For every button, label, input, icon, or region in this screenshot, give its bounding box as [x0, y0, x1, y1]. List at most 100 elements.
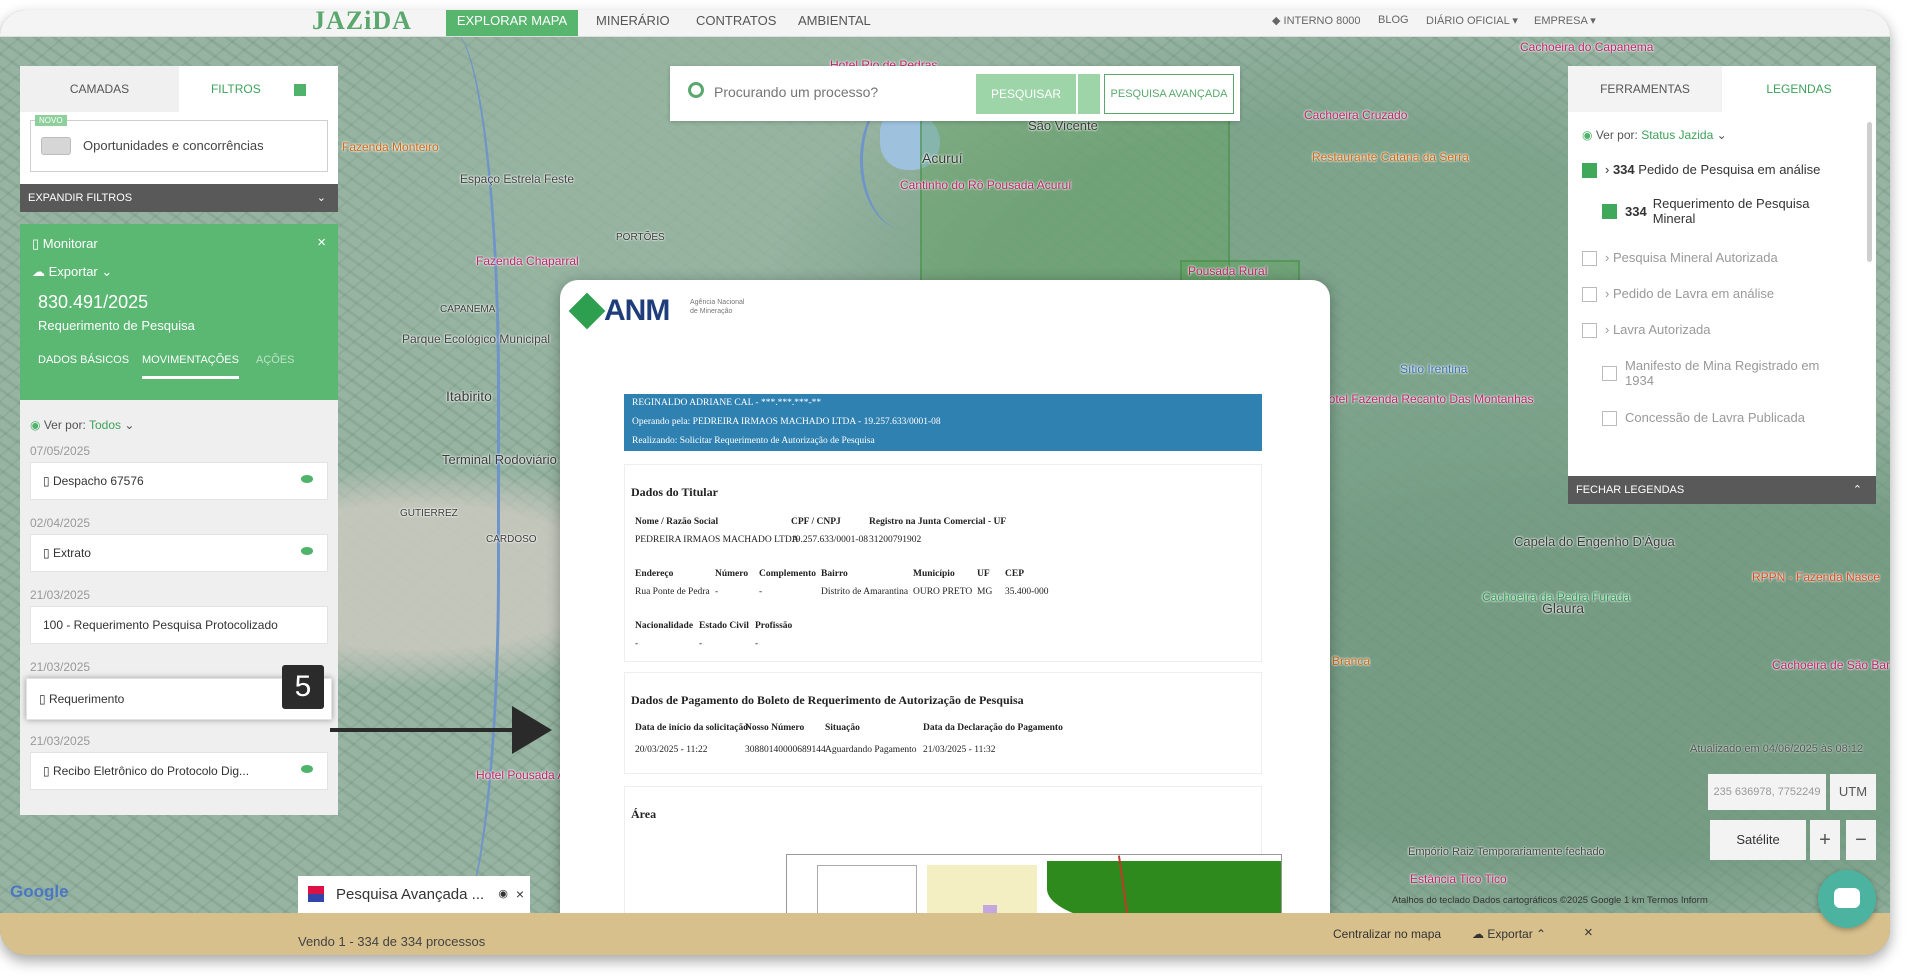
checkbox[interactable]	[1602, 411, 1617, 427]
diario-oficial-menu[interactable]: DIÁRIO OFICIAL ▾	[1426, 14, 1518, 27]
eye-icon[interactable]	[301, 475, 313, 483]
utm-toggle[interactable]: UTM	[1830, 774, 1876, 810]
anm-logo-mark	[568, 292, 606, 330]
movement-item[interactable]: ▯ Recibo Eletrônico do Protocolo Dig...	[30, 752, 328, 790]
close-icon[interactable]: ×	[516, 876, 524, 913]
right-panel: FERRAMENTAS LEGENDAS ◉ Ver por: Status J…	[1568, 66, 1876, 504]
legend-item[interactable]: › Pedido de Lavra em análise	[1582, 286, 1774, 303]
map-poi[interactable]: Estância Tico Tico	[1410, 872, 1507, 886]
close-icon[interactable]: ×	[317, 234, 326, 251]
checkbox[interactable]	[1582, 163, 1597, 179]
legend-item[interactable]: Manifesto de Mina Registrado em 1934	[1602, 358, 1832, 388]
map-poi[interactable]: RPPN - Fazenda Nasce	[1752, 570, 1880, 584]
eye-icon[interactable]	[301, 765, 313, 773]
empresa-label: EMPRESA	[1534, 15, 1588, 27]
movement-item[interactable]: 100 - Requerimento Pesquisa Protocolizad…	[30, 606, 328, 644]
legend-scrollbar[interactable]	[1867, 122, 1872, 262]
map-poi[interactable]: Fazenda Chaparral	[476, 254, 579, 268]
tab-camadas[interactable]: CAMADAS	[20, 66, 179, 112]
map-poi[interactable]: Cachoeira da Pedra Furada	[1482, 590, 1630, 604]
movement-item[interactable]: ▯ Extrato	[30, 534, 328, 572]
monitorar-button[interactable]: ▯ Monitorar	[32, 236, 98, 252]
opportunities-toggle[interactable]	[41, 137, 71, 155]
search-button[interactable]: PESQUISAR	[976, 74, 1076, 114]
document-icon: ▯	[43, 474, 50, 488]
advanced-search-button[interactable]: PESQUISA AVANÇADA	[1104, 74, 1234, 114]
interno-menu[interactable]: ◆ INTERNO 8000	[1272, 14, 1361, 27]
legend-item[interactable]: 334 Requerimento de Pesquisa Mineral	[1602, 196, 1832, 226]
eye-icon[interactable]: ◉	[498, 876, 508, 913]
bottom-exportar-button[interactable]: ☁ Exportar ⌃	[1472, 927, 1546, 941]
movement-label: 100 - Requerimento Pesquisa Protocolizad…	[43, 618, 278, 632]
zoom-out-button[interactable]: −	[1846, 820, 1876, 860]
advanced-search-chip[interactable]: Pesquisa Avançada ... ◉ ×	[298, 876, 530, 913]
search-bar: PESQUISAR PESQUISA AVANÇADA	[670, 66, 1240, 121]
checkbox[interactable]	[1602, 366, 1617, 381]
chat-button[interactable]	[1818, 870, 1876, 928]
jazida-logo[interactable]: JAZiDA	[312, 10, 412, 36]
map-poi[interactable]: Hotel Fazenda Recanto Das Montanhas	[1320, 392, 1533, 406]
ver-por-filter[interactable]: ◉ Ver por: Todos ⌄	[30, 418, 134, 432]
tab-filtros[interactable]: FILTROS	[179, 66, 338, 112]
close-icon[interactable]: ×	[1584, 924, 1593, 941]
checkbox[interactable]	[1582, 251, 1597, 267]
nav-explorar-mapa[interactable]: EXPLORAR MAPA	[446, 10, 578, 36]
nav-minerario[interactable]: MINERÁRIO	[596, 10, 670, 37]
empresa-menu[interactable]: EMPRESA ▾	[1534, 14, 1596, 27]
movement-item[interactable]: ▯ Despacho 67576	[30, 462, 328, 500]
nav-ambiental[interactable]: AMBIENTAL	[798, 10, 871, 37]
tab-movimentacoes[interactable]: MOVIMENTAÇÕES	[142, 354, 239, 379]
cloud-download-icon: ☁	[1472, 927, 1484, 941]
map-poi[interactable]: Cachoeira de São Bartolomeu	[1772, 658, 1890, 672]
map-poi[interactable]: Cantinho do Rô Pousada Acuruí	[900, 178, 1071, 192]
map-poi[interactable]: Pousada Rural	[1188, 264, 1267, 278]
map-poi[interactable]: Cachoeira do Capanema	[1520, 40, 1653, 54]
tab-dados-basicos[interactable]: DADOS BÁSICOS	[38, 354, 129, 366]
checkbox[interactable]	[1602, 204, 1617, 219]
eye-icon[interactable]	[301, 547, 313, 555]
map-poi[interactable]: Sítio Irentina	[1400, 362, 1467, 376]
annotation-arrow	[330, 728, 516, 732]
tab-legendas[interactable]: LEGENDAS	[1722, 66, 1876, 112]
map-poi[interactable]: Fazenda Monteiro	[342, 140, 439, 154]
interno-label: INTERNO 8000	[1283, 15, 1361, 27]
map-poi[interactable]: Cachoeira Cruzado	[1304, 108, 1407, 122]
legend-item[interactable]: Concessão de Lavra Publicada	[1602, 410, 1805, 427]
tab-ferramentas[interactable]: FERRAMENTAS	[1568, 66, 1722, 112]
legend-item[interactable]: › 334 Pedido de Pesquisa em análise	[1582, 162, 1820, 179]
map-poi[interactable]: Restaurante Catana da Serra	[1312, 150, 1469, 164]
legend-item[interactable]: › Pesquisa Mineral Autorizada	[1582, 250, 1778, 267]
checkbox[interactable]	[1582, 287, 1597, 303]
step-badge: 5	[282, 665, 324, 709]
search-options-dropdown[interactable]	[1078, 74, 1100, 114]
checkbox[interactable]	[1582, 323, 1597, 339]
document-viewer[interactable]: ANM Agência Nacional de Mineração REGINA…	[560, 280, 1330, 955]
blog-link[interactable]: BLOG	[1378, 14, 1409, 26]
screenshot-stage: São Vicente Acuruí Itabirito Glaura Cape…	[0, 0, 1915, 978]
map-place: PORTÕES	[616, 232, 665, 243]
exportar-button[interactable]: ☁ Exportar ⌄	[32, 264, 112, 280]
movement-label: Extrato	[52, 546, 91, 560]
titular-header: Registro na Junta Comercial - UF	[869, 517, 1007, 527]
expandir-filtros-bar[interactable]: EXPANDIR FILTROS ⌄	[20, 184, 338, 212]
legend-ver-por[interactable]: ◉ Ver por: Status Jazida ⌄	[1582, 128, 1727, 142]
titular-card: Dados do Titular Nome / Razão Social CPF…	[624, 464, 1262, 662]
fechar-legendas-bar[interactable]: FECHAR LEGENDAS ⌃	[1568, 476, 1876, 504]
address-value: -	[715, 587, 719, 597]
tab-acoes[interactable]: AÇÕES	[256, 354, 295, 366]
search-input[interactable]	[714, 78, 1014, 106]
map-poi[interactable]: Empório Raiz Temporariamente fechado	[1408, 846, 1605, 858]
nav-contratos[interactable]: CONTRATOS	[696, 10, 776, 37]
collapse-icon[interactable]	[294, 83, 307, 96]
movement-date: 07/05/2025	[30, 444, 91, 458]
zoom-in-button[interactable]: +	[1810, 820, 1840, 860]
map-poi[interactable]: Branca	[1332, 654, 1370, 668]
payment-header: Data da Declaração do Pagamento	[923, 723, 1063, 733]
payment-value: 30880140000689144	[745, 745, 826, 755]
centralizar-button[interactable]: Centralizar no mapa	[1333, 927, 1441, 941]
legend-item[interactable]: › Lavra Autorizada	[1582, 322, 1711, 339]
satellite-toggle[interactable]: Satélite	[1710, 820, 1806, 860]
map-poi[interactable]: Espaço Estrela Feste	[460, 172, 574, 186]
map-poi[interactable]: Parque Ecológico Municipal	[402, 332, 550, 346]
movement-label: Recibo Eletrônico do Protocolo Dig...	[52, 764, 250, 778]
